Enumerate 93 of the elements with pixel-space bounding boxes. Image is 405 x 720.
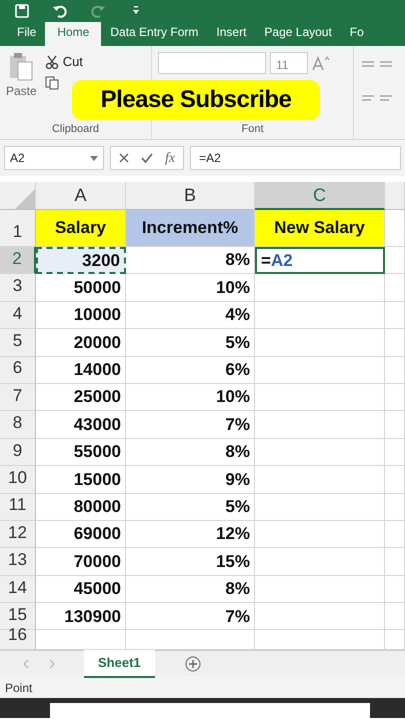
row-header[interactable]: 7 xyxy=(0,384,36,412)
table-cell: 10% xyxy=(126,384,255,412)
grow-font-icon[interactable] xyxy=(312,55,330,71)
table-cell xyxy=(385,384,405,412)
copy-icon[interactable] xyxy=(44,76,59,90)
row-header[interactable]: 11 xyxy=(0,494,36,521)
group-label: Font xyxy=(240,122,264,136)
table-cell xyxy=(385,356,405,384)
table-cell: 43000 xyxy=(36,411,126,439)
table-cell: 7% xyxy=(126,603,255,630)
ribbon-tab[interactable]: Data Entry Form xyxy=(101,22,208,46)
table-cell xyxy=(385,438,405,466)
table-cell: New Salary xyxy=(255,210,385,247)
table-cell: 4% xyxy=(126,302,255,330)
cancel-icon[interactable] xyxy=(119,153,129,163)
enter-icon[interactable] xyxy=(141,153,153,163)
table-cell: 6% xyxy=(126,356,255,384)
font-size-field[interactable]: 11 xyxy=(270,52,308,74)
table-cell xyxy=(385,302,405,330)
table-cell: 5% xyxy=(126,494,255,521)
table-cell xyxy=(385,274,405,302)
table-cell xyxy=(385,329,405,357)
table-cell xyxy=(385,210,405,247)
row-header[interactable]: 8 xyxy=(0,411,36,439)
name-box[interactable]: A2 xyxy=(4,146,104,170)
table-cell: Salary xyxy=(36,210,126,247)
sheet-tab[interactable]: Sheet1 xyxy=(84,650,155,678)
row-header[interactable]: 3 xyxy=(0,274,36,302)
table-cell xyxy=(385,494,405,521)
table-cell: 9% xyxy=(126,466,255,494)
table-cell: 45000 xyxy=(36,576,126,604)
save-icon[interactable] xyxy=(14,3,30,19)
table-cell: 50000 xyxy=(36,274,126,302)
table-cell: 20000 xyxy=(36,329,126,357)
table-cell xyxy=(385,548,405,576)
formula-field[interactable]: =A2 xyxy=(190,146,401,170)
ribbon-tab[interactable]: File xyxy=(8,22,46,46)
row-header[interactable]: 9 xyxy=(0,438,36,466)
table-cell xyxy=(385,411,405,439)
table-cell: 80000 xyxy=(36,494,126,521)
group-label: Clipboard xyxy=(50,122,100,136)
row-header[interactable]: 16 xyxy=(0,630,36,650)
paste-label[interactable]: Paste xyxy=(6,82,37,100)
column-header[interactable]: A xyxy=(36,182,126,210)
table-cell: 69000 xyxy=(36,520,126,548)
table-cell xyxy=(385,520,405,548)
table-cell: 7% xyxy=(126,411,255,439)
table-cell: 15% xyxy=(126,548,255,576)
table-cell: Increment% xyxy=(126,210,255,247)
row-header[interactable]: 2 xyxy=(0,247,36,274)
table-cell: 8% xyxy=(126,247,255,274)
table-cell: =A2 xyxy=(255,247,385,274)
font-name-field[interactable] xyxy=(158,52,266,74)
row-header[interactable]: 1 xyxy=(0,210,36,247)
table-cell: 8% xyxy=(126,576,255,604)
row-header[interactable]: 6 xyxy=(0,356,36,384)
table-cell: 25000 xyxy=(36,384,126,412)
subscribe-banner: Please Subscribe xyxy=(72,80,320,120)
paste-icon[interactable] xyxy=(8,52,34,82)
table-cell xyxy=(385,466,405,494)
table-cell: 10% xyxy=(126,274,255,302)
table-cell: 15000 xyxy=(36,466,126,494)
table-cell xyxy=(385,576,405,604)
column-header[interactable]: C xyxy=(255,182,385,210)
scissors-icon[interactable] xyxy=(44,54,59,69)
table-cell: 5% xyxy=(126,329,255,357)
row-header[interactable]: 10 xyxy=(0,466,36,494)
table-cell: 8% xyxy=(126,438,255,466)
insert-function-button[interactable]: fx xyxy=(165,148,176,168)
table-cell: 130900 xyxy=(36,603,126,630)
ribbon-tab[interactable]: Fo xyxy=(340,22,373,46)
caret-icon[interactable] xyxy=(90,156,98,160)
row-header[interactable]: 12 xyxy=(0,520,36,548)
table-cell: 70000 xyxy=(36,548,126,576)
table-cell: 14000 xyxy=(36,356,126,384)
table-cell: 10000 xyxy=(36,302,126,330)
add-sheet-icon[interactable] xyxy=(184,656,201,672)
cut-label[interactable]: Cut xyxy=(62,52,83,72)
table-cell: 12% xyxy=(126,520,255,548)
ribbon-tab[interactable]: Insert xyxy=(207,22,256,46)
table-cell: 3200 xyxy=(36,247,126,274)
ribbon-tab[interactable]: Page Layout xyxy=(255,22,341,46)
row-header[interactable]: 5 xyxy=(0,329,36,357)
ribbon-tab[interactable]: Home xyxy=(45,22,102,46)
row-header[interactable]: 14 xyxy=(0,576,36,604)
status-text: Point xyxy=(0,676,405,698)
row-header[interactable]: 13 xyxy=(0,548,36,576)
row-header[interactable]: 4 xyxy=(0,302,36,330)
table-cell xyxy=(385,603,405,630)
undo-icon[interactable] xyxy=(52,3,68,19)
table-cell xyxy=(385,247,405,274)
table-cell: 55000 xyxy=(36,438,126,466)
column-header[interactable]: B xyxy=(126,182,255,210)
